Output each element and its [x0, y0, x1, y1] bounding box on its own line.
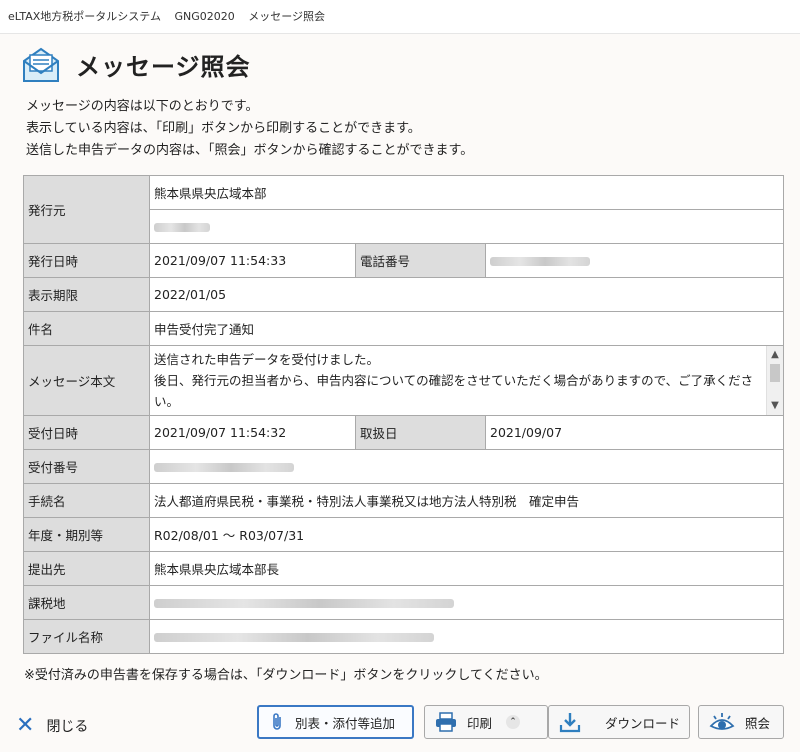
- procedure-label: 手続名: [23, 483, 150, 518]
- printer-icon: [435, 712, 457, 732]
- issued-at-label: 発行日時: [23, 243, 150, 278]
- subject-label: 件名: [23, 311, 150, 346]
- phone-label: 電話番号: [355, 243, 486, 278]
- body-label: メッセージ本文: [23, 345, 150, 416]
- expand-options-icon[interactable]: ⌃: [506, 715, 521, 729]
- envelope-icon: [20, 43, 62, 85]
- app-name: eLTAX地方税ポータルシステム: [8, 10, 161, 23]
- issued-at-value: 2021/09/07 11:54:33: [149, 243, 356, 278]
- inquiry-icon: [709, 711, 735, 733]
- submit-to-label: 提出先: [23, 551, 150, 586]
- file-name-redacted: [149, 619, 784, 654]
- intro-text: メッセージの内容は以下のとおりです。 表示している内容は、「印刷」ボタンから印刷…: [26, 96, 473, 162]
- paperclip-icon: [269, 712, 285, 732]
- period-value: R02/08/01 ～ R03/07/31: [149, 517, 784, 552]
- message-body-scrollbar[interactable]: ▲ ▼: [766, 346, 783, 415]
- print-button[interactable]: 印刷 ⌃: [424, 705, 548, 739]
- window-title-bar: eLTAX地方税ポータルシステム GNG02020 メッセージ照会: [0, 0, 800, 34]
- close-icon: ✕: [16, 713, 35, 738]
- submit-to-value: 熊本県県央広域本部長: [149, 551, 784, 586]
- page-title: メッセージ照会: [76, 52, 251, 81]
- scroll-thumb[interactable]: [770, 364, 780, 382]
- subject-value: 申告受付完了通知: [149, 311, 784, 346]
- file-name-label: ファイル名称: [23, 619, 150, 654]
- message-body-text: 送信された申告データを受付けました。 後日、発行元の担当者から、申告内容について…: [154, 352, 754, 409]
- close-button[interactable]: ✕ 閉じる: [16, 712, 88, 740]
- download-label: ダウンロード: [605, 715, 681, 731]
- scroll-up-icon[interactable]: ▲: [767, 348, 783, 362]
- received-at-value: 2021/09/07 11:54:32: [149, 415, 356, 450]
- intro-line: メッセージの内容は以下のとおりです。: [26, 99, 259, 114]
- issuer-label: 発行元: [23, 175, 150, 244]
- inquiry-label: 照会: [745, 715, 771, 731]
- issuer-value: 熊本県県央広域本部: [149, 175, 784, 210]
- screen-code: GNG02020: [174, 10, 235, 23]
- procedure-value: 法人都道府県民税・事業税・特別法人事業税又は地方法人特別税 確定申告: [149, 483, 784, 518]
- print-label: 印刷: [467, 715, 493, 731]
- tax-location-redacted: [149, 585, 784, 620]
- download-note: ※受付済みの申告書を保存する場合は、「ダウンロード」ボタンをクリックしてください…: [24, 668, 548, 683]
- screen-name: メッセージ照会: [248, 10, 326, 23]
- attach-label: 別表・添付等追加: [295, 715, 396, 731]
- inquiry-button[interactable]: 照会: [698, 705, 784, 739]
- receipt-no-label: 受付番号: [23, 449, 150, 484]
- download-button[interactable]: ダウンロード: [548, 705, 690, 739]
- message-detail-table: 発行元 熊本県県央広域本部 発行日時 2021/09/07 11:54:33 電…: [23, 175, 784, 654]
- handling-date-value: 2021/09/07: [485, 415, 784, 450]
- intro-line: 表示している内容は、「印刷」ボタンから印刷することができます。: [26, 121, 421, 136]
- tax-location-label: 課税地: [23, 585, 150, 620]
- intro-line: 送信した申告データの内容は、「照会」ボタンから確認することができます。: [26, 143, 474, 158]
- download-icon: [559, 711, 581, 733]
- display-until-value: 2022/01/05: [149, 277, 784, 312]
- display-until-label: 表示期限: [23, 277, 150, 312]
- page-header: メッセージ照会: [20, 42, 251, 86]
- scroll-down-icon[interactable]: ▼: [767, 399, 783, 413]
- handling-date-label: 取扱日: [355, 415, 486, 450]
- period-label: 年度・期別等: [23, 517, 150, 552]
- close-label: 閉じる: [46, 719, 89, 735]
- received-at-label: 受付日時: [23, 415, 150, 450]
- message-body[interactable]: 送信された申告データを受付けました。 後日、発行元の担当者から、申告内容について…: [149, 345, 784, 416]
- phone-value-redacted: [485, 243, 784, 278]
- issuer-detail-redacted: [149, 209, 784, 244]
- attach-button[interactable]: 別表・添付等追加: [257, 705, 414, 739]
- receipt-no-redacted: [149, 449, 784, 484]
